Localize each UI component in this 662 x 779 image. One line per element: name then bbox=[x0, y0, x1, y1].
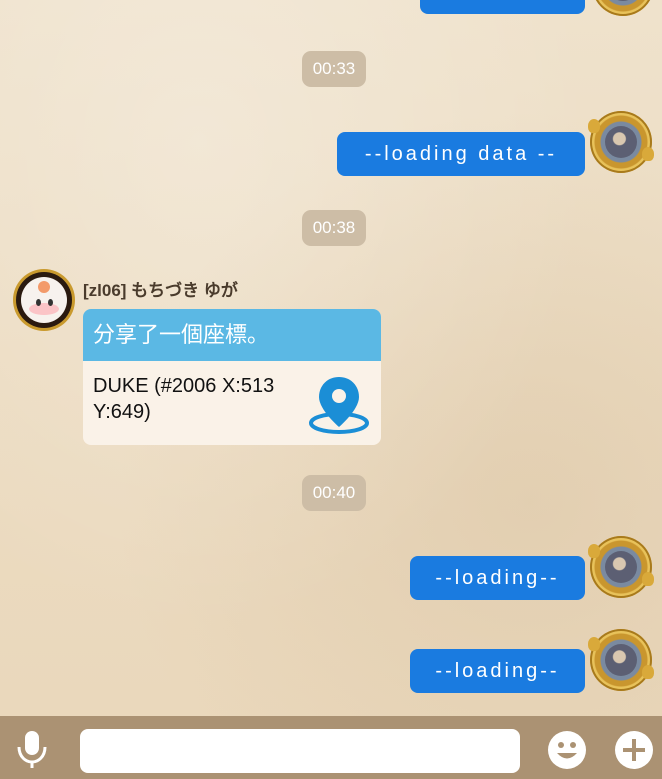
timestamp-badge: 00:33 bbox=[302, 51, 366, 87]
share-title: 分享了一個座標。 bbox=[83, 309, 381, 361]
map-pin-icon[interactable] bbox=[307, 373, 371, 435]
message-input[interactable] bbox=[80, 729, 520, 773]
timestamp-badge: 00:40 bbox=[302, 475, 366, 511]
timestamp-badge: 00:38 bbox=[302, 210, 366, 246]
previous-message-bubble[interactable] bbox=[420, 0, 585, 14]
my-avatar-partial[interactable] bbox=[592, 0, 654, 16]
my-avatar[interactable] bbox=[588, 629, 654, 691]
my-avatar[interactable] bbox=[588, 111, 654, 173]
sender-name: [zl06] もちづき ゆが bbox=[83, 281, 238, 300]
shared-location-text: DUKE (#2006 X:513 Y:649) bbox=[93, 375, 275, 423]
my-avatar[interactable] bbox=[588, 536, 654, 598]
plus-icon[interactable] bbox=[614, 730, 654, 770]
chat-area[interactable]: 00:33 --loading data -- 00:38 [zl06] もちづ… bbox=[0, 0, 662, 716]
outgoing-message-bubble[interactable]: --loading data -- bbox=[337, 132, 585, 176]
sender-avatar[interactable] bbox=[16, 272, 72, 328]
smiley-icon[interactable] bbox=[547, 730, 587, 770]
shared-location-card[interactable]: 分享了一個座標。 DUKE (#2006 X:513 Y:649) bbox=[83, 309, 381, 445]
microphone-icon[interactable] bbox=[14, 729, 50, 769]
outgoing-message-bubble[interactable]: --loading-- bbox=[410, 556, 585, 600]
outgoing-message-bubble[interactable]: --loading-- bbox=[410, 649, 585, 693]
